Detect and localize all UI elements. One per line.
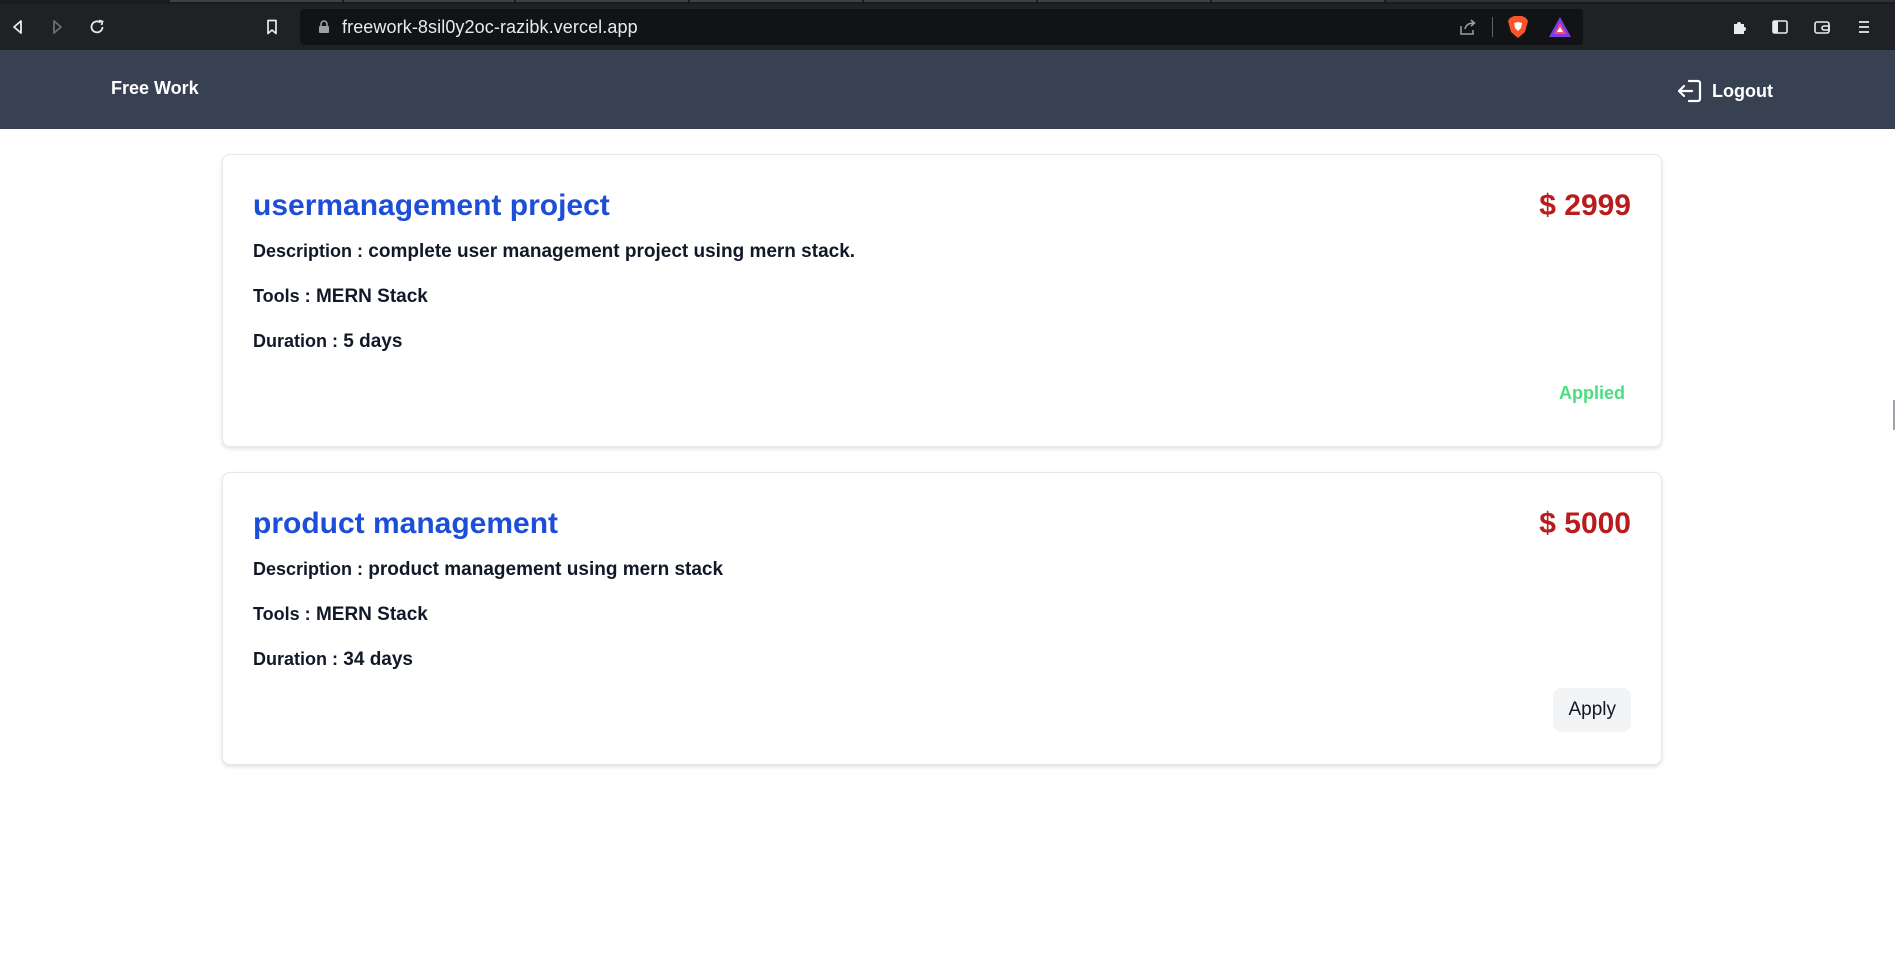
tools-value: MERN Stack bbox=[315, 286, 428, 307]
applied-status: Applied bbox=[1559, 383, 1625, 403]
share-icon[interactable] bbox=[1458, 17, 1478, 37]
wallet-icon[interactable] bbox=[1809, 14, 1835, 40]
reload-icon[interactable] bbox=[84, 14, 110, 40]
project-card: product management $ 5000 Description : … bbox=[222, 472, 1662, 765]
address-divider bbox=[1492, 17, 1493, 37]
project-tools: Tools : MERN Stack bbox=[253, 286, 428, 308]
sidebar-icon[interactable] bbox=[1767, 14, 1793, 40]
tools-value: MERN Stack bbox=[315, 604, 428, 625]
project-price: $ 2999 bbox=[1539, 189, 1631, 222]
description-value: complete user management project using m… bbox=[368, 241, 856, 262]
brave-shields-icon[interactable] bbox=[1507, 15, 1529, 39]
project-card: usermanagement project $ 2999 Descriptio… bbox=[222, 154, 1662, 447]
project-description: Description : complete user management p… bbox=[253, 241, 855, 263]
app-navbar: Free Work Logout bbox=[0, 50, 1895, 129]
logout-icon bbox=[1677, 79, 1702, 103]
project-description: Description : product management using m… bbox=[253, 559, 723, 581]
duration-label: Duration : bbox=[253, 331, 338, 351]
address-bar[interactable]: freework-8sil0y2oc-razibk.vercel.app bbox=[300, 9, 1583, 45]
brave-rewards-icon[interactable] bbox=[1548, 16, 1572, 38]
description-label: Description : bbox=[253, 241, 364, 261]
bookmark-icon[interactable] bbox=[259, 14, 285, 40]
url-text[interactable]: freework-8sil0y2oc-razibk.vercel.app bbox=[342, 17, 638, 38]
project-price: $ 5000 bbox=[1539, 507, 1631, 540]
project-tools: Tools : MERN Stack bbox=[253, 604, 428, 626]
logout-button[interactable]: Logout bbox=[1676, 77, 1773, 105]
back-icon[interactable] bbox=[5, 14, 31, 40]
apply-button[interactable]: Apply bbox=[1553, 688, 1631, 732]
forward-icon[interactable] bbox=[44, 14, 70, 40]
menu-icon[interactable] bbox=[1851, 14, 1877, 40]
project-duration: Duration : 5 days bbox=[253, 331, 402, 353]
duration-value: 34 days bbox=[343, 649, 414, 670]
brand-logo-text[interactable]: Free Work bbox=[111, 78, 199, 99]
project-title: usermanagement project bbox=[253, 189, 610, 222]
tools-label: Tools : bbox=[253, 604, 311, 624]
duration-value: 5 days bbox=[343, 331, 403, 352]
logout-label: Logout bbox=[1712, 80, 1773, 101]
lock-icon bbox=[319, 20, 329, 33]
description-label: Description : bbox=[253, 559, 364, 579]
extensions-icon[interactable] bbox=[1727, 14, 1753, 40]
browser-toolbar: freework-8sil0y2oc-razibk.vercel.app bbox=[0, 4, 1895, 50]
project-title: product management bbox=[253, 507, 559, 540]
duration-label: Duration : bbox=[253, 649, 338, 669]
tools-label: Tools : bbox=[253, 286, 311, 306]
description-value: product management using mern stack bbox=[368, 559, 724, 580]
project-duration: Duration : 34 days bbox=[253, 649, 413, 671]
